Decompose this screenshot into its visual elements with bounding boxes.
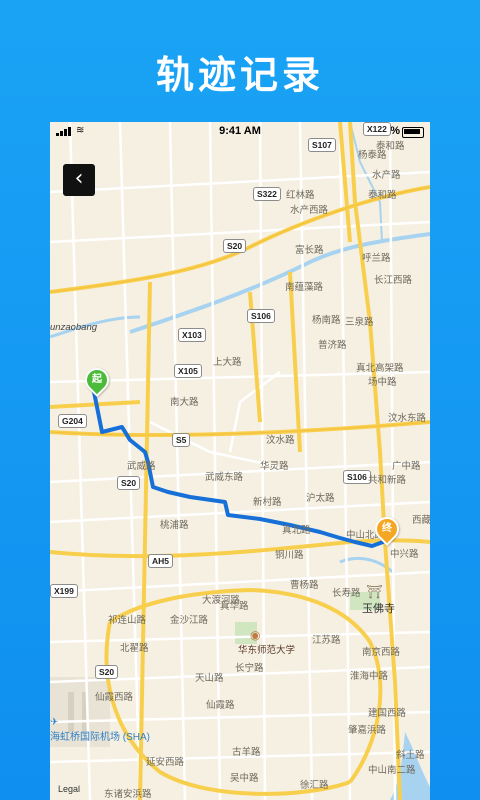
airplane-icon: ✈ — [50, 717, 59, 728]
battery-icon — [402, 127, 424, 138]
road-label: 汶水路 — [266, 435, 295, 446]
road-label: 古羊路 — [232, 747, 261, 758]
road-label: 铜川路 — [275, 550, 304, 561]
road-label: 南大路 — [170, 397, 199, 408]
road-label: 广中路 — [392, 461, 421, 472]
road-shield: X105 — [174, 364, 202, 378]
road-shield: S20 — [223, 239, 247, 253]
road-label: 新村路 — [253, 497, 282, 508]
road-label: 延安西路 — [146, 757, 185, 768]
road-shield: S106 — [247, 309, 275, 323]
temple-icon: ⛩ — [366, 584, 383, 599]
road-label: 仙霞路 — [206, 700, 235, 711]
airport-name: 海虹桥国际机场 (SHA) — [50, 732, 150, 743]
road-label: 曹杨路 — [290, 580, 319, 591]
road-label: 长寿路 — [332, 588, 361, 599]
legal-link[interactable]: Legal — [58, 784, 80, 794]
road-label: 上大路 — [213, 357, 242, 368]
end-marker-label: 终 — [382, 523, 392, 534]
road-label: 真北高架路 — [356, 363, 404, 374]
road-label: 祁连山路 — [108, 615, 147, 626]
road-shield: S106 — [343, 470, 371, 484]
road-label: 红林路 — [286, 190, 315, 201]
road-label: 三泉路 — [345, 317, 374, 328]
road-label: 金沙江路 — [170, 615, 209, 626]
back-button[interactable]: ‹ — [63, 164, 95, 196]
road-label: 斜土路 — [396, 750, 425, 761]
phone-screen: ≋ 9:41 AM 100% ‹ S107 X122 S322 S20 S106… — [50, 122, 430, 800]
road-label: 水产路 — [372, 170, 401, 181]
road-shield: S107 — [308, 138, 336, 152]
road-label: 华灵路 — [260, 461, 289, 472]
university-icon: ◉ — [250, 628, 261, 642]
road-label: 徐汇路 — [300, 780, 329, 791]
road-label: 真北路 — [282, 525, 311, 536]
road-label: 天山路 — [195, 673, 224, 684]
road-label: 大渡河路 — [202, 595, 241, 606]
area-label: unzaobang — [50, 322, 98, 333]
road-label: 武威路 — [127, 461, 156, 472]
start-marker-label: 起 — [92, 374, 102, 385]
temple-label: 玉佛寺 — [362, 603, 395, 615]
road-shield: S5 — [172, 433, 191, 447]
road-label: 水产西路 — [290, 205, 329, 216]
road-shield: AH5 — [148, 554, 174, 568]
road-label: 建国西路 — [368, 708, 407, 719]
road-label: 仙霞西路 — [95, 692, 134, 703]
road-shield: X199 — [50, 584, 78, 598]
road-shield: X122 — [363, 122, 391, 136]
road-label: 长宁路 — [235, 663, 264, 674]
road-label: 共和新路 — [368, 475, 407, 486]
road-label: 长江西路 — [374, 275, 413, 286]
road-label: 沪太路 — [306, 493, 335, 504]
road-shield: X103 — [178, 328, 206, 342]
road-label: 富长路 — [295, 245, 324, 256]
road-shield: S20 — [95, 665, 119, 679]
road-shield: G204 — [58, 414, 87, 428]
road-label: 泰和路 — [368, 190, 397, 201]
road-label: 南京西路 — [362, 647, 401, 658]
road-label: 杨南路 — [312, 315, 341, 326]
road-label: 武威东路 — [205, 472, 244, 483]
road-label: 中兴路 — [390, 549, 419, 560]
road-label: 泰和路 — [376, 141, 405, 152]
road-label: 汶水东路 — [388, 413, 427, 424]
road-shield: S322 — [253, 187, 281, 201]
road-label: 桃浦路 — [160, 520, 189, 531]
page-headline: 轨迹记录 — [155, 53, 324, 97]
road-label: 东诸安浜路 — [104, 789, 152, 800]
road-label: 呼兰路 — [362, 253, 391, 264]
road-label: 普济路 — [318, 340, 347, 351]
road-label: 江苏路 — [312, 635, 341, 646]
road-label: 肇嘉浜路 — [348, 725, 387, 736]
road-label: 西藏北路 — [412, 515, 430, 526]
road-label: 中山南二路 — [368, 765, 416, 776]
road-label: 北翟路 — [120, 643, 149, 654]
road-label: 吴中路 — [230, 773, 259, 784]
road-shield: S20 — [117, 476, 141, 490]
chevron-left-icon: ‹ — [74, 166, 84, 191]
landmark-label: 华东师范大学 — [238, 645, 296, 656]
road-label: 南蕴藻路 — [285, 282, 324, 293]
road-label: 淮海中路 — [350, 671, 389, 682]
road-label: 场中路 — [368, 377, 397, 388]
airport-label: ✈ 海虹桥国际机场 (SHA) — [50, 717, 150, 743]
